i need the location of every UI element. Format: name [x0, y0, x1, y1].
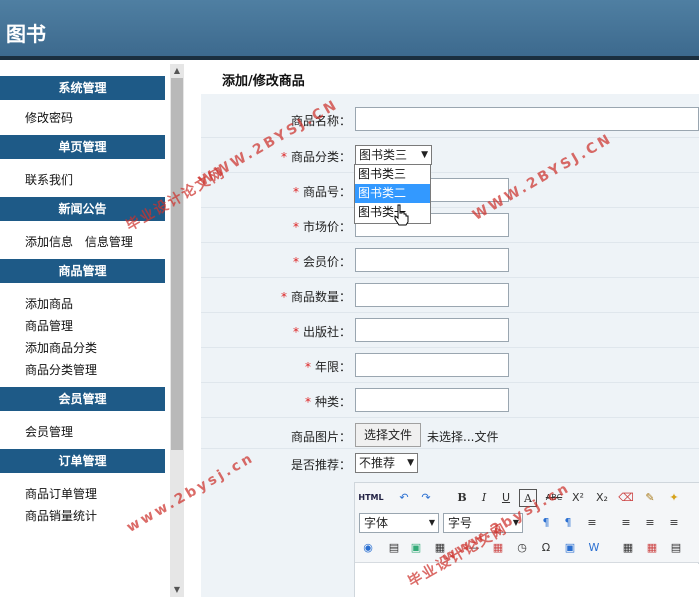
year-label: * 年限： [304, 360, 351, 374]
sidebar-scrollbar-thumb[interactable] [171, 78, 183, 450]
subscript-button[interactable]: X₂ [593, 489, 611, 507]
word-paste-icon[interactable]: W [585, 539, 603, 557]
name-input[interactable] [355, 107, 699, 131]
chevron-down-icon: ▼ [421, 150, 428, 160]
page-title: 添加/修改商品 [222, 74, 305, 89]
quantity-label: * 商品数量： [280, 290, 351, 304]
align-right-icon[interactable]: ≡ [665, 514, 683, 532]
font-family-select[interactable]: 字体 ▼ [359, 513, 439, 533]
form-row-code: * 商品号： [201, 172, 699, 207]
form-row-recommend: 是否推荐： 不推荐 ▼ [201, 448, 699, 478]
eraser-icon[interactable]: ⌫ [617, 489, 635, 507]
publisher-label: * 出版社： [292, 325, 351, 339]
menu-link-category-manage[interactable]: 商品分类管理 [25, 359, 170, 381]
form-row-image: 商品图片： 选择文件 未选择...文件 [201, 417, 699, 452]
menu-link-order-manage[interactable]: 商品订单管理 [25, 483, 170, 505]
editor-toolbar: HTML ↶ ↷ B I U A ABC X² X₂ ⌫ ✎ ✦ 字体 ▼ 字号 ▼… [355, 483, 699, 563]
category-select[interactable]: 图书类三 ▼ [355, 145, 432, 165]
chevron-down-icon: ▼ [428, 518, 435, 527]
form-row-year: * 年限： [201, 347, 699, 382]
menu-link-add-goods[interactable]: 添加商品 [25, 293, 170, 315]
chevron-down-icon: ▼ [407, 458, 414, 468]
rich-text-editor: HTML ↶ ↷ B I U A ABC X² X₂ ⌫ ✎ ✦ 字体 ▼ 字号 ▼… [354, 482, 699, 597]
menu-link-change-password[interactable]: 修改密码 [25, 107, 170, 129]
italic-button[interactable]: I [475, 489, 493, 507]
image-label: 商品图片： [290, 430, 351, 444]
file-status-text: 未选择...文件 [427, 430, 499, 444]
dropdown-option-highlighted[interactable]: 图书类二 [355, 184, 430, 203]
delete-table-icon[interactable]: ▦ [643, 539, 661, 557]
underline-button[interactable]: U [497, 489, 515, 507]
form-row-member-price: * 会员价： [201, 242, 699, 277]
scroll-down-arrow-icon[interactable]: ▼ [170, 583, 184, 597]
time-icon[interactable]: ◷ [513, 539, 531, 557]
member-price-label: * 会员价： [292, 255, 351, 269]
magic-wand-icon[interactable]: ✦ [665, 489, 683, 507]
menu-link-info-manage[interactable]: 信息管理 [85, 231, 133, 253]
menu-header-single-page[interactable]: 单页管理 [0, 135, 165, 159]
menu-header-order[interactable]: 订单管理 [0, 449, 165, 473]
recommend-select[interactable]: 不推荐 ▼ [355, 453, 418, 473]
form-row-market-price: * 市场价： [201, 207, 699, 242]
menu-link-member-manage[interactable]: 会员管理 [25, 421, 170, 443]
code-label: * 商品号： [292, 185, 351, 199]
rtl-paragraph-icon[interactable]: ¶ [559, 514, 577, 532]
menu-header-goods[interactable]: 商品管理 [0, 259, 165, 283]
page-break-icon[interactable]: ▤ [385, 539, 403, 557]
publisher-input[interactable] [355, 318, 509, 342]
hand-cursor-icon [394, 204, 409, 226]
align-center-icon[interactable]: ≡ [641, 514, 659, 532]
year-input[interactable] [355, 353, 509, 377]
menu-link-add-category[interactable]: 添加商品分类 [25, 337, 170, 359]
insert-row-icon[interactable]: ▤ [667, 539, 685, 557]
menu-link-goods-manage[interactable]: 商品管理 [25, 315, 170, 337]
emotion-icon[interactable]: ▣ [561, 539, 579, 557]
align-left-icon[interactable]: ≡ [617, 514, 635, 532]
editor-body[interactable] [355, 564, 699, 597]
kind-label: * 种类： [304, 395, 351, 409]
table-icon[interactable]: ▦ [619, 539, 637, 557]
form-row-publisher: * 出版社： [201, 312, 699, 347]
undo-icon[interactable]: ↶ [395, 489, 413, 507]
indent-icon[interactable]: ≡ [583, 514, 601, 532]
menu-link-contact-us[interactable]: 联系我们 [25, 169, 170, 191]
format-brush-icon[interactable]: ✎ [641, 489, 659, 507]
kind-input[interactable] [355, 388, 509, 412]
html-source-button[interactable]: HTML [358, 489, 384, 507]
dropdown-option[interactable]: 图书类三 [355, 165, 430, 184]
bold-button[interactable]: B [453, 489, 471, 507]
ltr-paragraph-icon[interactable]: ¶ [537, 514, 555, 532]
menu-header-system[interactable]: 系统管理 [0, 76, 165, 100]
app-title: 图书 [6, 22, 46, 46]
preview-icon[interactable]: ◉ [359, 539, 377, 557]
choose-file-button[interactable]: 选择文件 [355, 423, 422, 447]
market-price-label: * 市场价： [292, 220, 351, 234]
top-bar: 图书 [0, 0, 699, 60]
image-insert-icon[interactable]: ▣ [407, 539, 425, 557]
redo-icon[interactable]: ↷ [417, 489, 435, 507]
menu-header-member[interactable]: 会员管理 [0, 387, 165, 411]
menu-link-add-info[interactable]: 添加信息 [25, 231, 73, 253]
member-price-input[interactable] [355, 248, 509, 272]
form-row-quantity: * 商品数量： [201, 277, 699, 312]
form-row-kind: * 种类： [201, 382, 699, 417]
scroll-up-arrow-icon[interactable]: ▲ [170, 64, 184, 78]
special-char-button[interactable]: Ω [537, 539, 555, 557]
quantity-input[interactable] [355, 283, 509, 307]
